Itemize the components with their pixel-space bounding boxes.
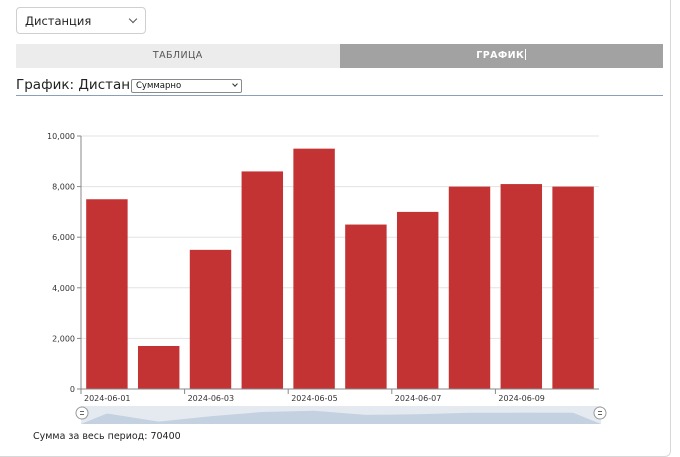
bar [293,148,335,389]
chevron-down-icon [232,81,238,87]
navigator-handle-knob [593,406,607,420]
x-tick-label: 2024-06-01 [84,394,131,403]
navigator-handle[interactable] [593,406,607,420]
bar [241,171,284,389]
x-tick-label: 2024-06-05 [291,394,338,403]
y-tick-label: 6,000 [52,233,75,242]
bar [137,345,180,389]
aggregation-select-value: Суммарно [136,81,182,91]
metric-select[interactable]: Дистанция [16,7,146,34]
y-tick-label: 0 [70,385,75,394]
aggregation-select[interactable]: Суммарно [131,79,242,93]
chart-heading: График: Дистанция Суммарно [16,76,663,96]
bar [345,224,387,389]
period-total: Сумма за весь период: 70400 [33,431,181,442]
y-tick-label: 2,000 [52,334,75,343]
y-tick-label: 10,000 [47,132,75,141]
view-tabs: ТАБЛИЦА ГРАФИК [16,44,663,68]
tab-table-label: ТАБЛИЦА [152,50,203,61]
x-tick-label: 2024-06-07 [395,394,442,403]
navigator-handle-knob [75,406,89,420]
tab-chart-label: ГРАФИК [476,50,525,61]
y-tick-label: 8,000 [52,183,75,192]
tab-table[interactable]: ТАБЛИЦА [16,44,340,68]
text-cursor [525,49,527,60]
x-tick-label: 2024-06-09 [498,394,545,403]
bar [189,249,232,389]
range-navigator[interactable] [75,406,607,424]
bar [552,186,594,389]
bar [86,199,128,389]
bar [448,186,491,389]
navigator-handle[interactable] [75,406,89,420]
bar-chart: 0 2,000 4,000 6,000 8,000 10,000 2024-06-01 202… [47,132,607,424]
x-tick-label: 2024-06-03 [188,394,235,403]
tab-chart[interactable]: ГРАФИК [339,44,663,68]
metric-select-value: Дистанция [25,14,92,28]
bars [86,148,594,389]
bar [500,184,543,389]
bar [396,211,439,389]
chevron-down-icon [128,14,138,24]
y-tick-label: 4,000 [52,284,75,293]
